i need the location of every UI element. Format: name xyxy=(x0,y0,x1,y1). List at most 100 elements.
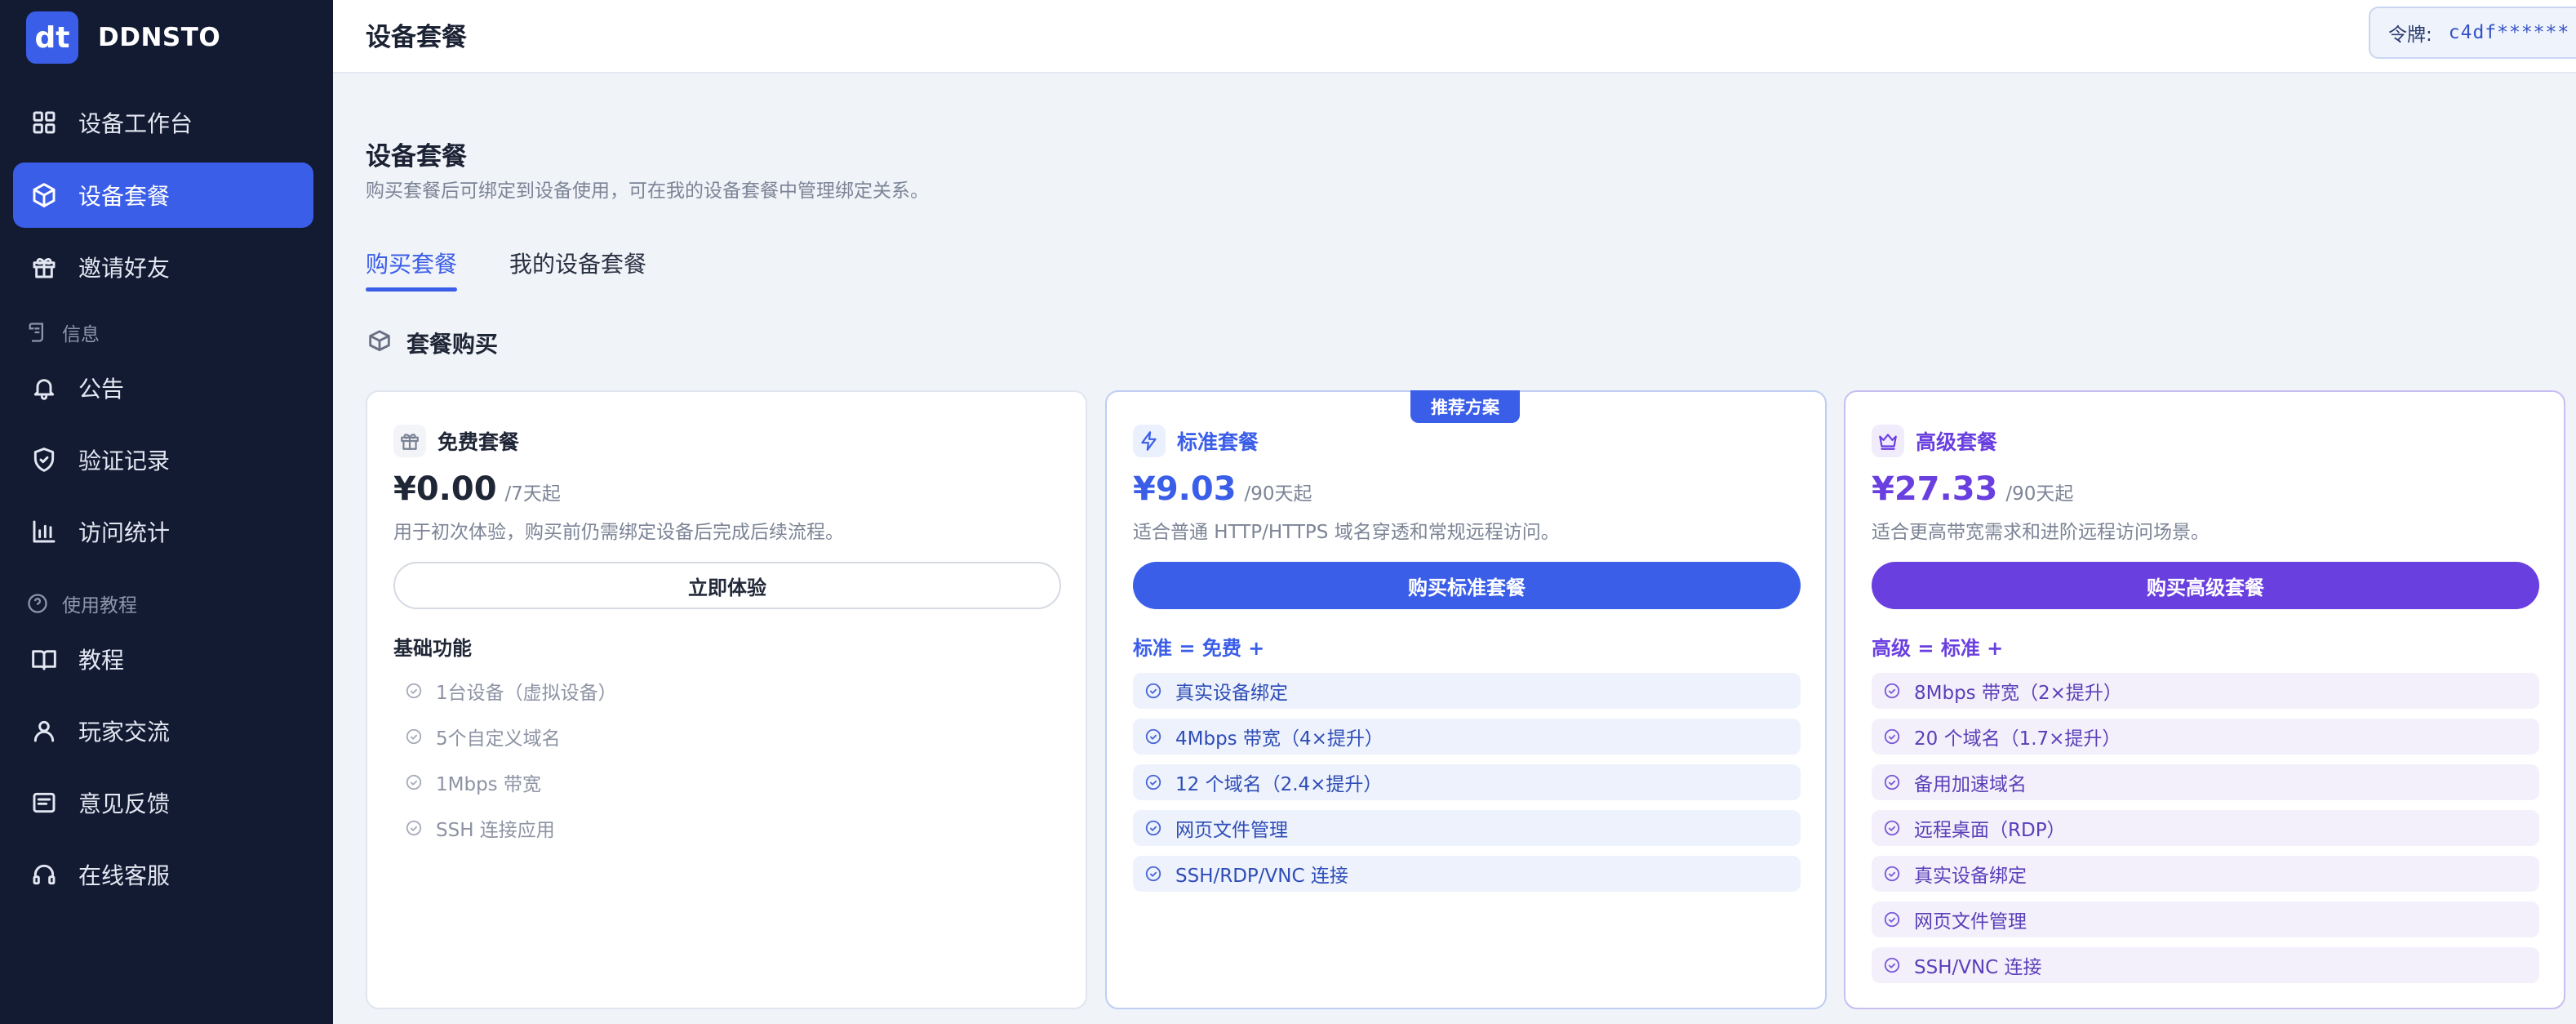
feature-label: 8Mbps 带宽（2×提升） xyxy=(1914,683,2122,704)
check-circle-icon xyxy=(1884,774,1900,790)
check-circle-icon xyxy=(1884,957,1900,973)
section-title-label: 套餐购买 xyxy=(406,331,499,358)
feedback-icon xyxy=(29,788,59,817)
sidebar-item-verification[interactable]: 验证记录 xyxy=(13,427,313,492)
shield-icon xyxy=(29,445,59,474)
sidebar-item-label: 验证记录 xyxy=(78,447,171,474)
feature-label: 网页文件管理 xyxy=(1175,820,1288,841)
list-item: 真实设备绑定 xyxy=(1872,856,2539,892)
sidebar-item-announcement[interactable]: 公告 xyxy=(13,355,313,421)
lightning-icon xyxy=(1133,425,1166,457)
tab-my-plans[interactable]: 我的设备套餐 xyxy=(509,247,646,279)
sidebar-item-plans[interactable]: 设备套餐 xyxy=(13,163,313,228)
header-title: 设备套餐 xyxy=(366,23,467,52)
feature-label: 20 个域名（1.7×提升） xyxy=(1914,728,2121,750)
list-item: 5个自定义域名 xyxy=(393,719,1061,755)
features-title: 高级 = 标准 + xyxy=(1872,637,2004,660)
feature-label: 1Mbps 带宽 xyxy=(436,774,541,795)
recommended-badge: 推荐方案 xyxy=(1410,390,1520,423)
sidebar-item-invite[interactable]: 邀请好友 xyxy=(13,234,313,300)
feature-label: 备用加速域名 xyxy=(1914,774,2027,795)
feature-list: 真实设备绑定 4Mbps 带宽（4×提升） 12 个域名（2.4×提升） 网页文… xyxy=(1133,673,1801,902)
sidebar-item-feedback[interactable]: 意见反馈 xyxy=(13,770,313,835)
feature-label: 远程桌面（RDP） xyxy=(1914,820,2066,841)
plan-price: ¥0.00 xyxy=(393,470,497,508)
sidebar-item-label: 意见反馈 xyxy=(78,790,171,817)
token-value: c4df****** xyxy=(2448,22,2570,43)
feature-label: SSH/RDP/VNC 连接 xyxy=(1175,866,1348,887)
token-display[interactable]: 令牌: c4df****** xyxy=(2369,7,2576,59)
brand-name: DDNSTO xyxy=(98,23,221,52)
feature-label: 1台设备（虚拟设备） xyxy=(436,683,617,704)
feature-label: 4Mbps 带宽（4×提升） xyxy=(1175,728,1383,750)
plan-name: 标准套餐 xyxy=(1177,430,1259,454)
brand-logo: dt xyxy=(26,11,78,64)
bell-icon xyxy=(29,373,59,403)
price-row: ¥9.03 /90天起 xyxy=(1133,470,1312,508)
check-circle-icon xyxy=(1884,728,1900,745)
plan-header: 标准套餐 xyxy=(1133,425,1259,457)
active-tab-indicator xyxy=(366,287,457,292)
price-row: ¥0.00 /7天起 xyxy=(393,470,561,508)
feature-label: SSH 连接应用 xyxy=(436,820,555,841)
list-item: 1Mbps 带宽 xyxy=(393,764,1061,800)
sidebar-item-label: 访问统计 xyxy=(78,519,171,546)
sidebar-item-tutorial[interactable]: 教程 xyxy=(13,626,313,692)
plan-card-standard: 推荐方案 标准套餐 ¥9.03 /90天起 适合普通 HTTP/HTTPS 域名… xyxy=(1105,390,1827,1009)
check-circle-icon xyxy=(406,683,422,699)
bar-chart-icon xyxy=(29,517,59,546)
check-circle-icon xyxy=(406,820,422,836)
plan-name: 高级套餐 xyxy=(1916,430,1998,454)
check-circle-icon xyxy=(1145,820,1161,836)
list-item: 远程桌面（RDP） xyxy=(1872,810,2539,846)
check-circle-icon xyxy=(1884,820,1900,836)
scroll-icon xyxy=(29,323,43,342)
list-item: 4Mbps 带宽（4×提升） xyxy=(1133,719,1801,755)
features-title: 基础功能 xyxy=(393,637,472,660)
dashboard-icon xyxy=(29,108,59,137)
list-item: 网页文件管理 xyxy=(1133,810,1801,846)
check-circle-icon xyxy=(406,728,422,745)
list-item: 8Mbps 带宽（2×提升） xyxy=(1872,673,2539,709)
list-item: 真实设备绑定 xyxy=(1133,673,1801,709)
feature-label: 真实设备绑定 xyxy=(1175,683,1288,704)
tab-buy-plans[interactable]: 购买套餐 xyxy=(366,247,457,279)
sidebar-item-support[interactable]: 在线客服 xyxy=(13,842,313,907)
box-icon xyxy=(29,180,59,210)
try-free-button[interactable]: 立即体验 xyxy=(393,562,1061,609)
top-header: 设备套餐 令牌: c4df****** xyxy=(333,0,2576,73)
list-item: SSH/RDP/VNC 连接 xyxy=(1133,856,1801,892)
gift-icon xyxy=(29,252,59,282)
feature-list: 1台设备（虚拟设备） 5个自定义域名 1Mbps 带宽 SSH 连接应用 xyxy=(393,673,1061,856)
check-circle-icon xyxy=(1145,728,1161,745)
sidebar-item-workbench[interactable]: 设备工作台 xyxy=(13,90,313,155)
brand[interactable]: dt DDNSTO xyxy=(26,11,220,64)
plan-price: ¥9.03 xyxy=(1133,470,1237,508)
sidebar-item-label: 公告 xyxy=(78,376,125,403)
sidebar-item-stats[interactable]: 访问统计 xyxy=(13,499,313,564)
feature-label: 5个自定义域名 xyxy=(436,728,561,750)
check-circle-icon xyxy=(406,774,422,790)
sidebar-section-info: 信息 xyxy=(26,318,100,346)
plan-description: 用于初次体验，购买前仍需绑定设备后完成后续流程。 xyxy=(393,522,844,543)
sidebar-item-community[interactable]: 玩家交流 xyxy=(13,698,313,764)
sidebar-item-label: 设备套餐 xyxy=(78,183,171,210)
feature-label: 网页文件管理 xyxy=(1914,911,2027,933)
plan-card-free: 免费套餐 ¥0.00 /7天起 用于初次体验，购买前仍需绑定设备后完成后续流程。… xyxy=(366,390,1087,1009)
check-circle-icon xyxy=(1145,683,1161,699)
check-circle-icon xyxy=(1884,866,1900,882)
plan-header: 高级套餐 xyxy=(1872,425,1997,457)
sidebar-item-label: 邀请好友 xyxy=(78,255,171,282)
plan-header: 免费套餐 xyxy=(393,425,519,457)
buy-standard-button[interactable]: 购买标准套餐 xyxy=(1133,562,1801,609)
feature-label: 真实设备绑定 xyxy=(1914,866,2027,887)
list-item: 1台设备（虚拟设备） xyxy=(393,673,1061,709)
list-item: 备用加速域名 xyxy=(1872,764,2539,800)
list-item: 12 个域名（2.4×提升） xyxy=(1133,764,1801,800)
buy-premium-button[interactable]: 购买高级套餐 xyxy=(1872,562,2539,609)
section-title: 套餐购买 xyxy=(366,327,498,359)
sidebar-section-label: 信息 xyxy=(62,324,100,345)
sidebar-section-tutorial: 使用教程 xyxy=(26,590,137,617)
page-description: 购买套餐后可绑定到设备使用，可在我的设备套餐中管理绑定关系。 xyxy=(366,180,929,202)
plan-period: /90天起 xyxy=(1244,483,1312,505)
